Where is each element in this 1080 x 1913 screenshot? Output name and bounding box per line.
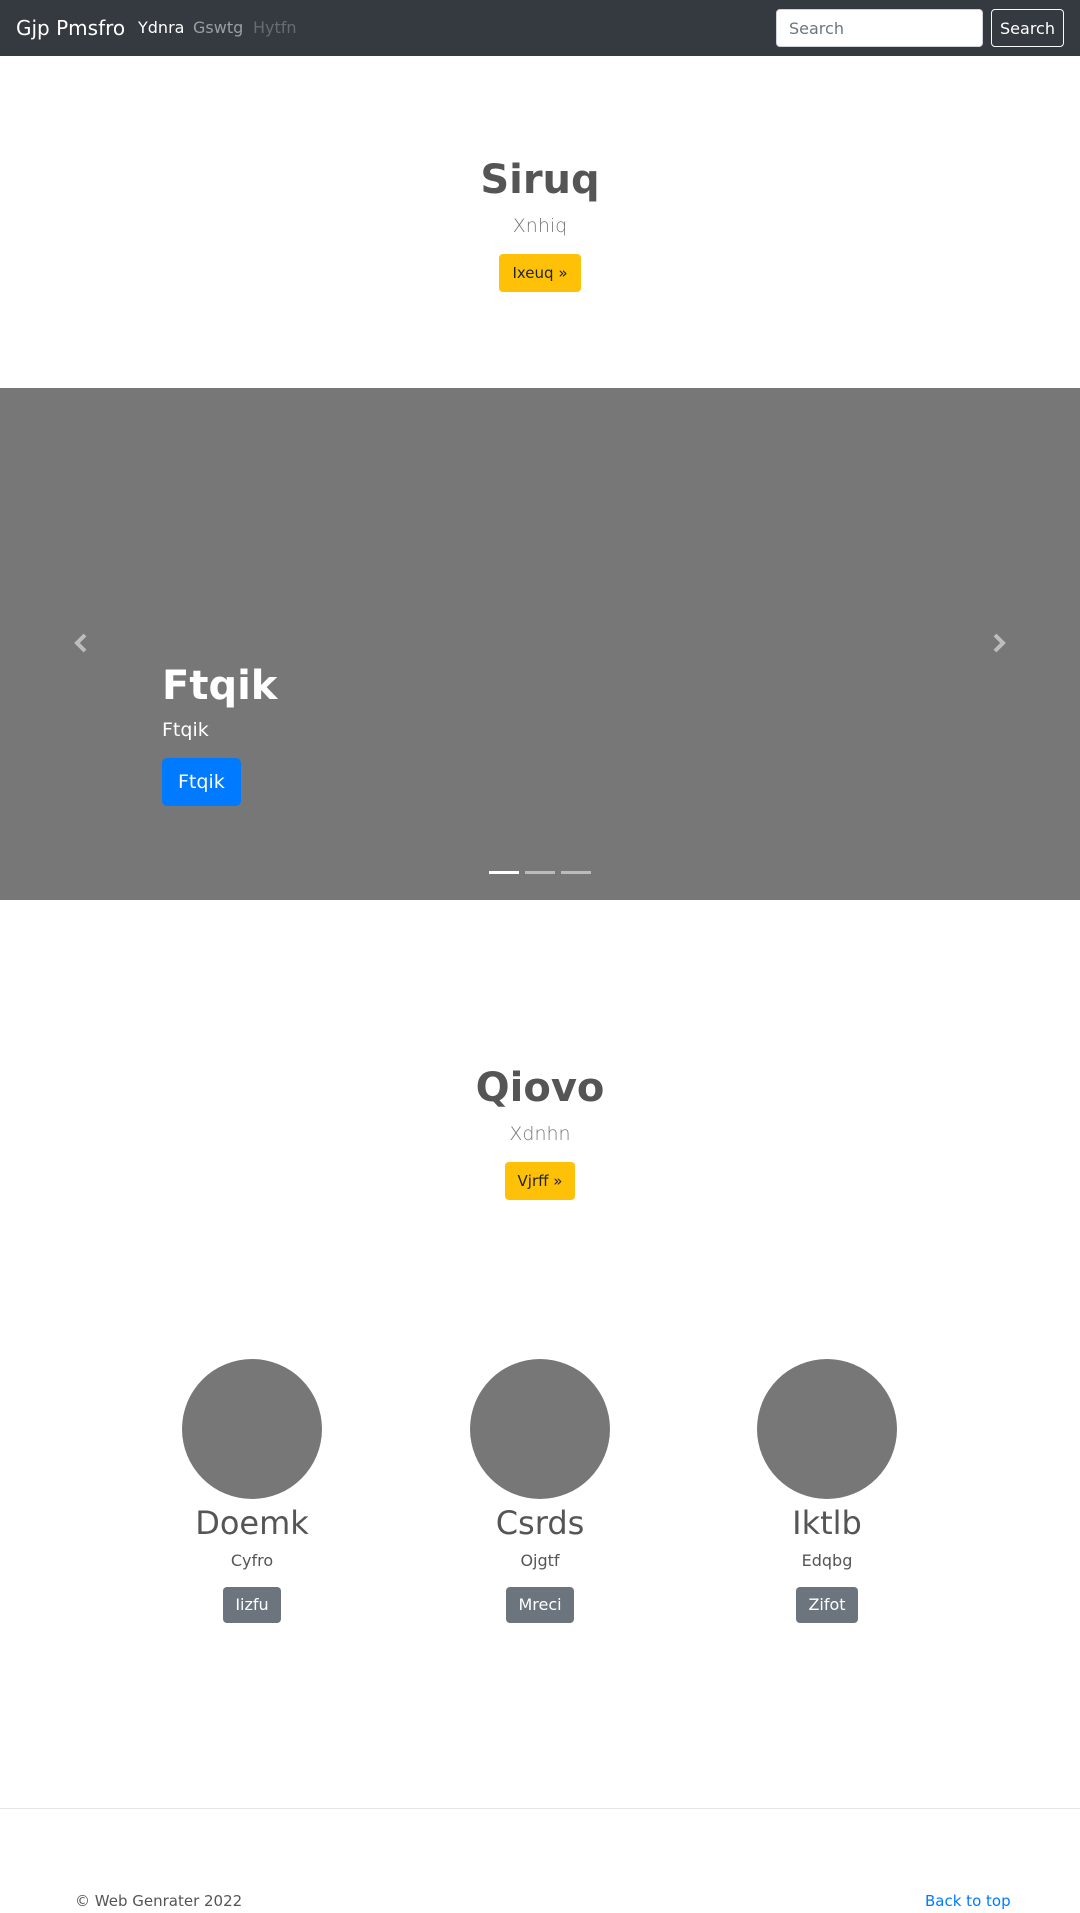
hero-section-top: Siruq Xnhiq Ixeuq » [0, 156, 1080, 292]
card-image-placeholder [470, 1359, 610, 1499]
section-cta-button[interactable]: Vjrff » [504, 1162, 576, 1200]
carousel-next-button[interactable] [984, 628, 1014, 658]
card-title: Iktlb [792, 1504, 862, 1542]
carousel-indicator-3[interactable] [561, 871, 591, 874]
carousel-title: Ftqik [162, 663, 278, 709]
feature-card: Doemk Cyfro Iizfu [152, 1359, 352, 1623]
carousel-indicator-2[interactable] [525, 871, 555, 874]
brand-link[interactable]: Gjp Pmsfro [16, 14, 125, 42]
carousel: Ftqik Ftqik Ftqik [0, 388, 1080, 900]
carousel-cta-button[interactable]: Ftqik [162, 758, 241, 806]
carousel-indicator-1[interactable] [489, 871, 519, 874]
card-text: Edqbg [801, 1551, 853, 1570]
back-to-top-link[interactable]: Back to top [925, 1891, 1011, 1911]
nav-link-gswtg[interactable]: Gswtg [193, 18, 243, 38]
section-title: Qiovo [475, 1065, 605, 1111]
carousel-caption: Ftqik Ftqik Ftqik [162, 662, 277, 806]
copyright-text: © Web Genrater 2022 [75, 1892, 243, 1910]
section-subtitle: Xdnhn [509, 1123, 571, 1145]
hero-cta-button[interactable]: Ixeuq » [499, 254, 581, 292]
hero-section-middle: Qiovo Xdnhn Vjrff » [0, 1064, 1080, 1200]
card-text: Ojgtf [520, 1551, 560, 1570]
hero-title: Siruq [480, 157, 600, 203]
search-button[interactable]: Search [991, 9, 1064, 47]
nav-link-ydnra[interactable]: Ydnra [138, 18, 184, 38]
card-title: Csrds [495, 1504, 585, 1542]
card-image-placeholder [182, 1359, 322, 1499]
card-title: Doemk [195, 1504, 309, 1542]
navbar: Gjp Pmsfro Ydnra Gswtg Hytfn Search [0, 0, 1080, 56]
feature-card: Iktlb Edqbg Zifot [727, 1359, 927, 1623]
card-button[interactable]: Zifot [796, 1587, 858, 1623]
card-text: Cyfro [230, 1551, 274, 1570]
nav-link-hytfn[interactable]: Hytfn [253, 18, 297, 38]
chevron-left-icon [74, 633, 87, 653]
hero-subtitle: Xnhiq [512, 215, 568, 237]
card-button[interactable]: Mreci [506, 1587, 574, 1623]
card-button[interactable]: Iizfu [223, 1587, 281, 1623]
card-image-placeholder [757, 1359, 897, 1499]
carousel-subtitle: Ftqik [162, 719, 209, 741]
footer-divider [0, 1808, 1080, 1809]
feature-card: Csrds Ojgtf Mreci [440, 1359, 640, 1623]
carousel-prev-button[interactable] [66, 628, 96, 658]
carousel-indicators [489, 871, 591, 874]
search-input[interactable] [776, 9, 983, 47]
chevron-right-icon [993, 633, 1006, 653]
